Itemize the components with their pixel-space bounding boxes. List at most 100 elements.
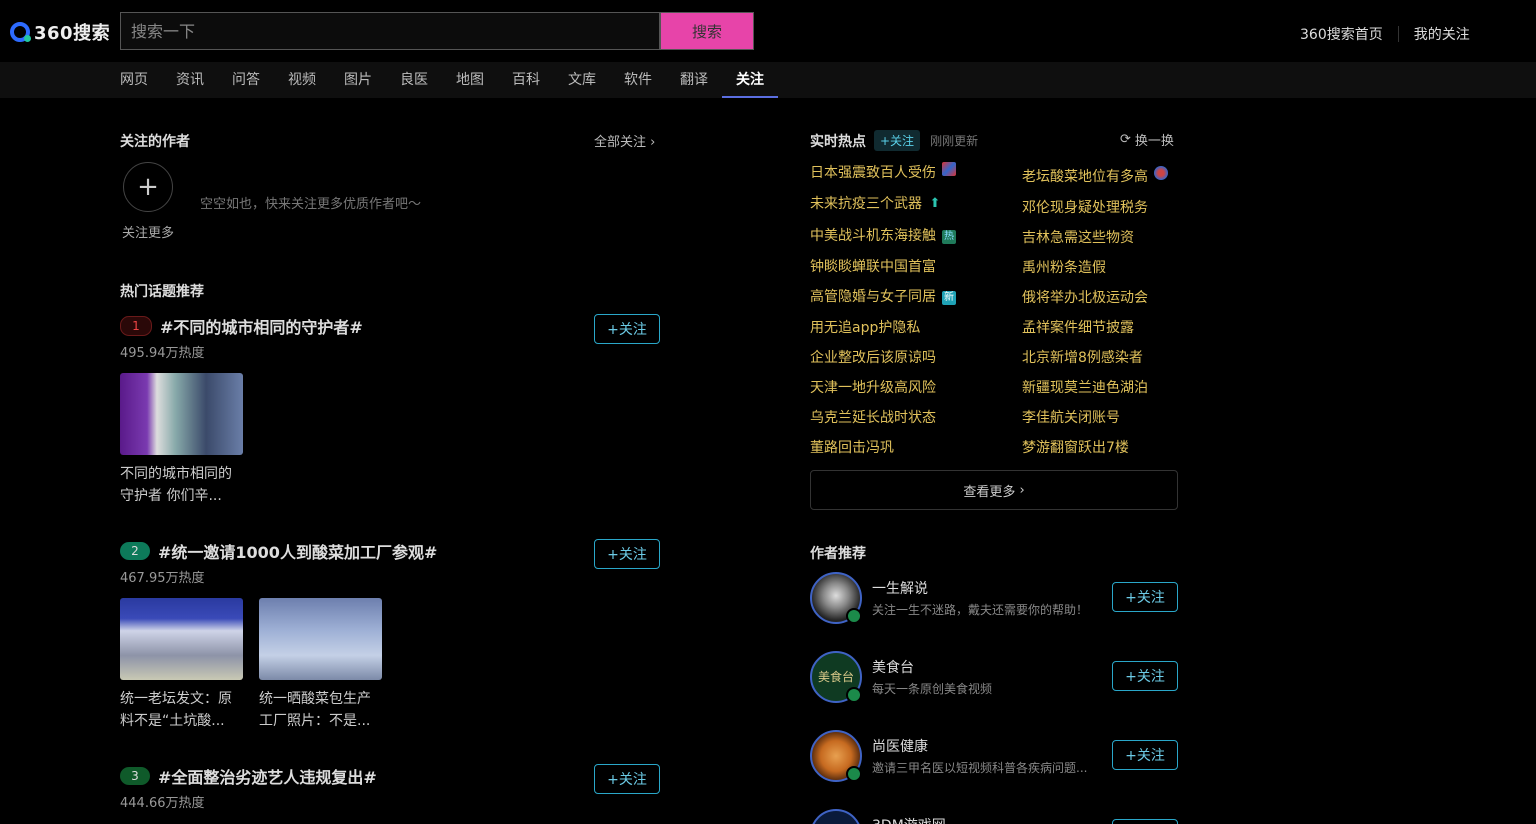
my-follow-link[interactable]: 我的关注 — [1414, 24, 1470, 44]
hot-item[interactable]: 中美战斗机东海接触热 — [810, 225, 956, 245]
hot-item[interactable]: 日本强震致百人受伤 — [810, 162, 956, 182]
hot-item[interactable]: 孟祥案件细节披露 — [1022, 317, 1134, 337]
author-name[interactable]: 尚医健康 — [872, 736, 928, 756]
author-name[interactable]: 美食台 — [872, 657, 914, 677]
hot-item-text: 北京新增8例感染者 — [1022, 350, 1143, 366]
see-more-button[interactable]: 查看更多 › — [810, 470, 1178, 510]
hot-item[interactable]: 禹州粉条造假 — [1022, 257, 1106, 277]
globe-icon — [1154, 166, 1168, 180]
topic-follow-button[interactable]: +关注 — [594, 314, 660, 344]
author-recommend-title: 作者推荐 — [810, 546, 866, 562]
topic-title[interactable]: #不同的城市相同的守护者# — [160, 318, 363, 337]
hot-item[interactable]: 钟睒睒蝉联中国首富 — [810, 256, 936, 276]
refresh-icon: ⟳ — [1120, 132, 1131, 147]
hot-item-text: 孟祥案件细节披露 — [1022, 320, 1134, 336]
hot-item-text: 日本强震致百人受伤 — [810, 165, 936, 181]
author-follow-button[interactable]: +关注 — [1112, 582, 1178, 612]
hot-item-text: 梦游翻窗跃出7楼 — [1022, 440, 1129, 456]
tab-software[interactable]: 软件 — [624, 62, 652, 98]
thumb-image — [120, 373, 243, 455]
search-box — [120, 12, 660, 50]
author-follow-button[interactable]: +关注 — [1112, 740, 1178, 770]
add-author-button[interactable]: + — [123, 162, 173, 212]
hot-item-text: 李佳航关闭账号 — [1022, 410, 1120, 426]
hot-item-text: 用无追app护隐私 — [810, 320, 921, 336]
refresh-button[interactable]: ⟳ 换一换 — [1120, 130, 1174, 149]
author-follow-button[interactable]: +关注 — [1112, 819, 1178, 824]
hot-tag: 热 — [942, 230, 956, 244]
hot-item[interactable]: 北京新增8例感染者 — [1022, 347, 1143, 367]
new-tag: 新 — [942, 291, 956, 305]
topic-thumb[interactable]: 统一晒酸菜包生产工厂照片：不是... — [259, 598, 382, 732]
author-desc: 每天一条原创美食视频 — [872, 682, 993, 696]
topic-follow-button[interactable]: +关注 — [594, 764, 660, 794]
hot-item[interactable]: 未来抗疫三个武器 ⬆ — [810, 193, 942, 213]
rank-badge: 1 — [120, 316, 152, 336]
tab-image[interactable]: 图片 — [344, 62, 372, 98]
hot-item[interactable]: 吉林急需这些物资 — [1022, 227, 1134, 247]
all-follow-label: 全部关注 — [594, 135, 647, 150]
home-link[interactable]: 360搜索首页 — [1300, 24, 1383, 44]
tab-news[interactable]: 资讯 — [176, 62, 204, 98]
topic-title[interactable]: #全面整治劣迹艺人违规复出# — [158, 768, 377, 787]
hot-item[interactable]: 乌克兰延长战时状态 — [810, 407, 936, 427]
tab-video[interactable]: 视频 — [288, 62, 316, 98]
hot-item[interactable]: 用无追app护隐私 — [810, 317, 920, 337]
empty-hint: 空空如也，快来关注更多优质作者吧～ — [200, 197, 422, 212]
tab-baike[interactable]: 百科 — [512, 62, 540, 98]
nav-bar: 网页 资讯 问答 视频 图片 良医 地图 百科 文库 软件 翻译 关注 — [0, 62, 1536, 98]
tab-map[interactable]: 地图 — [456, 62, 484, 98]
tab-translate[interactable]: 翻译 — [680, 62, 708, 98]
author-desc: 关注一生不迷路，戴夫还需要你的帮助！ — [872, 603, 1089, 617]
hot-item[interactable]: 高管隐婚与女子同居新 — [810, 286, 956, 306]
logo-text: 360搜索 — [34, 23, 111, 44]
verified-badge-icon — [846, 608, 862, 624]
topic-item: 1 #不同的城市相同的守护者# 495.94万热度 +关注 不同的城市相同的守护者… — [120, 314, 660, 507]
topic-follow-button[interactable]: +关注 — [594, 539, 660, 569]
thumb-caption: 统一晒酸菜包生产工厂照片：不是... — [259, 691, 371, 729]
author-desc: 邀请三甲名医以短视频科普各疾病问题... — [872, 761, 1088, 775]
top-links: 360搜索首页 我的关注 — [1300, 24, 1470, 44]
topic-thumb[interactable]: 统一老坛发文：原料不是“土坑酸... — [120, 598, 243, 732]
thumb-image — [259, 598, 382, 680]
tab-qa[interactable]: 问答 — [232, 62, 260, 98]
author-card: 尚医健康 邀请三甲名医以短视频科普各疾病问题... +关注 — [810, 730, 1178, 782]
hot-item[interactable]: 天津一地升级高风险 — [810, 377, 936, 397]
tab-web[interactable]: 网页 — [120, 62, 148, 98]
chevron-right-icon: › — [1019, 482, 1025, 498]
hot-item[interactable]: 新疆现莫兰迪色湖泊 — [1022, 377, 1148, 397]
hot-item-text: 老坛酸菜地位有多高 — [1022, 169, 1148, 185]
topic-heat: 467.95万热度 — [120, 571, 205, 586]
hot-item-text: 钟睒睒蝉联中国首富 — [810, 259, 936, 275]
logo[interactable]: 360搜索 — [10, 18, 110, 46]
hot-item[interactable]: 企业整改后该原谅吗 — [810, 347, 936, 367]
topic-item: 3 #全面整治劣迹艺人违规复出# 444.66万热度 +关注 — [120, 764, 660, 811]
author-follow-button[interactable]: +关注 — [1112, 661, 1178, 691]
all-follow-link[interactable]: 全部关注 › — [594, 131, 655, 150]
tab-wenku[interactable]: 文库 — [568, 62, 596, 98]
topic-item: 2 #统一邀请1000人到酸菜加工厂参观# 467.95万热度 +关注 统一老坛发… — [120, 539, 660, 732]
realtime-hot-follow-button[interactable]: +关注 — [874, 130, 921, 151]
search-button[interactable]: 搜索 — [660, 12, 754, 50]
avatar[interactable] — [810, 809, 862, 824]
tab-doctor[interactable]: 良医 — [400, 62, 428, 98]
search-input[interactable] — [121, 13, 659, 49]
tab-follow[interactable]: 关注 — [722, 62, 778, 98]
topic-title[interactable]: #统一邀请1000人到酸菜加工厂参观# — [158, 543, 437, 562]
topic-heat: 444.66万热度 — [120, 796, 205, 811]
topic-thumb[interactable]: 不同的城市相同的守护者 你们辛... — [120, 373, 243, 507]
hot-item[interactable]: 梦游翻窗跃出7楼 — [1022, 437, 1129, 457]
chevron-right-icon: › — [650, 135, 656, 150]
hot-item[interactable]: 李佳航关闭账号 — [1022, 407, 1120, 427]
refresh-label: 换一换 — [1134, 134, 1174, 149]
hot-item[interactable]: 邓伦现身疑处理税务 — [1022, 197, 1148, 217]
author-name[interactable]: 一生解说 — [872, 578, 928, 598]
logo-icon — [10, 22, 31, 42]
hot-item-text: 吉林急需这些物资 — [1022, 230, 1134, 246]
hot-item[interactable]: 老坛酸菜地位有多高 — [1022, 166, 1168, 186]
hot-item[interactable]: 董路回击冯巩 — [810, 437, 894, 457]
hot-item[interactable]: 俄将举办北极运动会 — [1022, 287, 1148, 307]
hot-item-text: 禹州粉条造假 — [1022, 260, 1106, 276]
topic-heat: 495.94万热度 — [120, 346, 205, 361]
author-name[interactable]: 3DM游戏网 — [872, 815, 946, 824]
